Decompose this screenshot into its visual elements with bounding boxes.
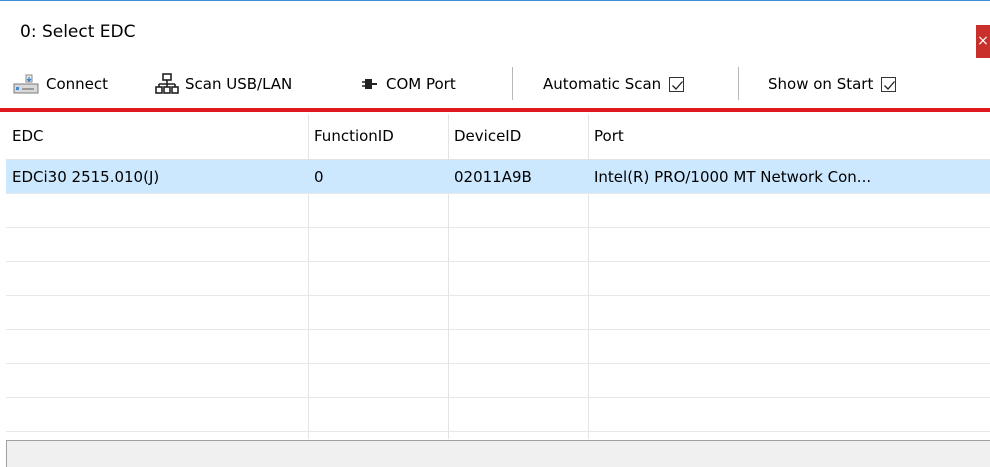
empty-row bbox=[6, 330, 990, 364]
empty-row bbox=[6, 296, 990, 330]
window-title: 0: Select EDC bbox=[20, 22, 136, 42]
network-icon bbox=[155, 72, 179, 96]
cell-function-id: 0 bbox=[314, 168, 324, 186]
column-header-port[interactable]: Port bbox=[588, 114, 990, 159]
empty-row bbox=[6, 398, 990, 432]
show-on-start-checkbox[interactable]: Show on Start bbox=[768, 68, 897, 100]
connect-icon bbox=[12, 73, 40, 95]
connect-label: Connect bbox=[46, 75, 109, 93]
scan-usb-lan-button[interactable]: Scan USB/LAN bbox=[155, 68, 292, 100]
cell-edc: EDCi30 2515.010(J) bbox=[12, 168, 160, 186]
status-bar bbox=[6, 440, 990, 467]
show-on-start-check-icon bbox=[881, 76, 897, 92]
cell-device-id: 02011A9B bbox=[454, 168, 532, 186]
plug-icon bbox=[360, 74, 380, 94]
cell-port: Intel(R) PRO/1000 MT Network Con... bbox=[594, 168, 872, 186]
empty-row bbox=[6, 364, 990, 398]
com-port-label: COM Port bbox=[386, 75, 456, 93]
column-header-functionid[interactable]: FunctionID bbox=[308, 114, 448, 159]
show-on-start-label: Show on Start bbox=[768, 75, 874, 93]
close-button[interactable]: × bbox=[976, 25, 990, 58]
automatic-scan-checkbox[interactable]: Automatic Scan bbox=[543, 68, 685, 100]
toolbar-separator bbox=[738, 67, 739, 100]
com-port-button[interactable]: COM Port bbox=[360, 68, 456, 100]
automatic-scan-label: Automatic Scan bbox=[543, 75, 662, 93]
title-bar: 0: Select EDC × bbox=[0, 1, 990, 58]
automatic-scan-check-icon bbox=[669, 76, 685, 92]
empty-row bbox=[6, 194, 990, 228]
table-header: EDC FunctionID DeviceID Port bbox=[6, 114, 990, 160]
empty-row bbox=[6, 228, 990, 262]
scan-usb-lan-label: Scan USB/LAN bbox=[185, 75, 293, 93]
toolbar-accent-line bbox=[0, 108, 990, 112]
empty-row bbox=[6, 262, 990, 296]
toolbar: Connect Scan USB/LAN COM Port Automatic … bbox=[0, 59, 990, 108]
column-header-deviceid[interactable]: DeviceID bbox=[448, 114, 588, 159]
column-header-edc[interactable]: EDC bbox=[6, 114, 308, 159]
toolbar-separator bbox=[512, 67, 513, 100]
table-row[interactable]: EDCi30 2515.010(J) 0 02011A9B Intel(R) P… bbox=[6, 160, 990, 194]
connect-button[interactable]: Connect bbox=[12, 68, 108, 100]
edc-device-table[interactable]: EDC FunctionID DeviceID Port EDCi30 2515… bbox=[6, 114, 990, 439]
